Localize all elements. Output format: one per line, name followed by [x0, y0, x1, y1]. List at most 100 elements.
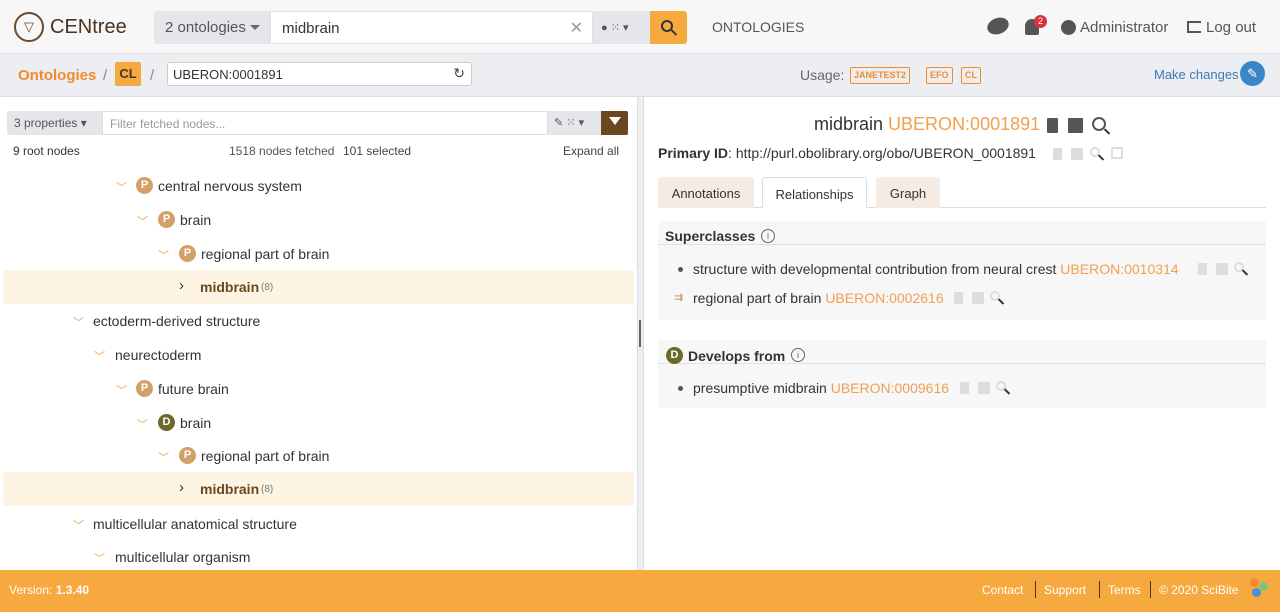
external-link-icon[interactable]: [1111, 147, 1123, 159]
filter-button[interactable]: [601, 111, 628, 135]
search-icon[interactable]: [1234, 262, 1244, 272]
breadcrumb-ontologies[interactable]: Ontologies: [18, 67, 96, 84]
inherited-relation-icon: ⇉: [674, 292, 684, 304]
chevron-down-icon[interactable]: ﹀: [137, 416, 148, 432]
external-image-icon[interactable]: [1216, 263, 1228, 275]
make-changes-link[interactable]: Make changes: [1154, 67, 1239, 82]
tree-node[interactable]: ﹀ P central nervous system: [3, 169, 634, 203]
tree-node[interactable]: ﹀ P future brain: [3, 372, 634, 406]
tree-node-label[interactable]: central nervous system: [158, 178, 302, 194]
clear-icon[interactable]: ✕: [570, 18, 583, 38]
chevron-right-icon[interactable]: ›: [179, 479, 184, 496]
chevron-down-icon[interactable]: ﹀: [73, 517, 84, 533]
search-input[interactable]: midbrain ✕: [270, 11, 593, 44]
term-id[interactable]: UBERON:0001891: [888, 114, 1040, 134]
reload-icon[interactable]: ↻: [453, 65, 465, 82]
chevron-down-icon[interactable]: ﹀: [137, 213, 148, 229]
external-image-icon[interactable]: [1071, 148, 1083, 160]
superclass-id[interactable]: UBERON:0010314: [1060, 261, 1178, 277]
search-icon[interactable]: [1092, 117, 1106, 131]
splitter-grip-icon[interactable]: [639, 320, 641, 347]
tree-node-label[interactable]: midbrain: [200, 481, 259, 497]
chevron-down-icon[interactable]: ﹀: [116, 382, 127, 398]
tab-relationships[interactable]: Relationships: [762, 177, 867, 208]
usage-badge[interactable]: CL: [961, 67, 981, 84]
tree-node-label[interactable]: multicellular anatomical structure: [93, 516, 297, 532]
chevron-down-icon[interactable]: ﹀: [158, 247, 169, 263]
chevron-down-icon[interactable]: ﹀: [94, 550, 105, 566]
external-image-icon[interactable]: [978, 382, 990, 394]
tree-node-label[interactable]: brain: [180, 212, 211, 228]
search-icon[interactable]: [996, 381, 1006, 391]
tree-node[interactable]: ﹀ multicellular anatomical structure: [3, 507, 634, 541]
expand-all-link[interactable]: Expand all: [563, 144, 619, 158]
clipboard-icon[interactable]: [1047, 118, 1058, 133]
term-title: midbrain UBERON:0001891: [814, 114, 1040, 135]
clipboard-icon[interactable]: [1053, 148, 1062, 160]
superclass-id[interactable]: UBERON:0002616: [825, 290, 943, 306]
property-badge: P: [136, 380, 153, 397]
nav-ontologies[interactable]: ONTOLOGIES: [712, 19, 804, 35]
tree-node-count: (8): [261, 484, 274, 495]
tree-node[interactable]: ﹀ D brain: [3, 406, 634, 440]
usage-badge[interactable]: JANETEST2: [850, 67, 911, 84]
tree-node[interactable]: ﹀ neurectoderm: [3, 338, 634, 372]
tree-node-label[interactable]: midbrain: [200, 279, 259, 295]
develops-from-id[interactable]: UBERON:0009616: [831, 380, 949, 396]
tree-node[interactable]: ﹀ ectoderm-derived structure: [3, 304, 634, 338]
tree-node[interactable]: ﹀ P regional part of brain: [3, 439, 634, 473]
bullet-icon: [678, 267, 683, 272]
footer-link-support[interactable]: Support: [1044, 583, 1086, 597]
usage-badge[interactable]: EFO: [926, 67, 953, 84]
tree-node-label[interactable]: multicellular organism: [115, 549, 250, 565]
chevron-down-icon[interactable]: ﹀: [158, 449, 169, 465]
search-icon[interactable]: [990, 291, 1000, 301]
tree-node-selected[interactable]: › midbrain (8): [3, 472, 634, 506]
tree-node-selected[interactable]: › midbrain (8): [3, 270, 634, 304]
ontology-select[interactable]: 2 ontologies: [154, 11, 270, 44]
search-options-dropdown[interactable]: ● ⁙ ▾: [593, 11, 650, 44]
superclass-label[interactable]: regional part of brain: [693, 290, 821, 306]
filter-input[interactable]: Filter fetched nodes...: [102, 111, 548, 135]
search-button[interactable]: [650, 11, 687, 44]
breadcrumb-separator: /: [150, 67, 155, 84]
clipboard-icon[interactable]: [954, 292, 963, 304]
user-menu[interactable]: Administrator: [1080, 19, 1168, 36]
superclass-label[interactable]: structure with developmental contributio…: [693, 261, 1056, 277]
properties-select[interactable]: 3 properties ▾: [7, 111, 102, 135]
tree-node-label[interactable]: regional part of brain: [201, 448, 329, 464]
external-image-icon[interactable]: [1068, 118, 1083, 133]
tree-node-label[interactable]: brain: [180, 415, 211, 431]
clipboard-icon[interactable]: [960, 382, 969, 394]
tab-graph[interactable]: Graph: [876, 177, 940, 208]
logout-link[interactable]: Log out: [1206, 19, 1256, 36]
tree-node-label[interactable]: neurectoderm: [115, 347, 201, 363]
eye-slash-icon[interactable]: [984, 14, 1012, 38]
chevron-right-icon[interactable]: ›: [179, 277, 184, 294]
filter-options-dropdown[interactable]: ✎ ⁙ ▾: [548, 111, 601, 135]
external-image-icon[interactable]: [972, 292, 984, 304]
tab-annotations[interactable]: Annotations: [658, 177, 754, 208]
pencil-icon[interactable]: ✎: [1240, 61, 1265, 86]
logo[interactable]: ▽ CENtree: [14, 12, 127, 42]
develops-from-label[interactable]: presumptive midbrain: [693, 380, 827, 396]
chevron-down-icon[interactable]: ﹀: [94, 348, 105, 364]
term-id-input[interactable]: UBERON:0001891 ↻: [167, 62, 472, 86]
tree-node-label[interactable]: regional part of brain: [201, 246, 329, 262]
tree-node[interactable]: ﹀ P regional part of brain: [3, 237, 634, 271]
breadcrumb-ontology-badge[interactable]: CL: [115, 62, 141, 86]
chevron-down-icon[interactable]: ﹀: [73, 314, 84, 330]
footer-link-contact[interactable]: Contact: [982, 583, 1023, 597]
tree-node[interactable]: ﹀ multicellular organism: [3, 540, 634, 570]
tree-node[interactable]: ﹀ P brain: [3, 203, 634, 237]
root-nodes-count: 9 root nodes: [13, 144, 80, 158]
footer-link-terms[interactable]: Terms: [1108, 583, 1141, 597]
info-icon[interactable]: i: [791, 348, 805, 362]
info-icon[interactable]: i: [761, 229, 775, 243]
tree-node-label[interactable]: ectoderm-derived structure: [93, 313, 260, 329]
search-icon[interactable]: [1090, 147, 1100, 157]
chevron-down-icon[interactable]: ﹀: [116, 179, 127, 195]
clipboard-icon[interactable]: [1198, 263, 1207, 275]
grid-icon: ⁙: [610, 22, 620, 34]
tree-node-label[interactable]: future brain: [158, 381, 229, 397]
